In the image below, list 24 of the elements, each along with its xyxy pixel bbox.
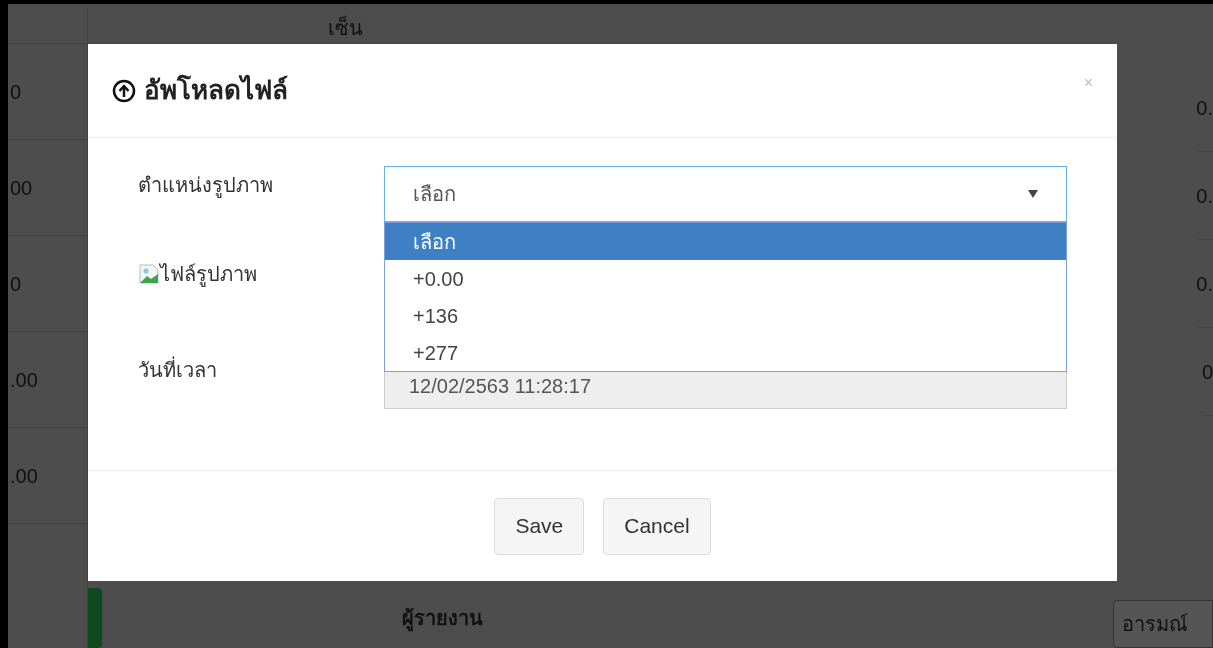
field-label: ตำแหน่งรูปภาพ <box>138 173 274 200</box>
broken-image-icon <box>138 263 160 285</box>
reporter-heading: ผู้รายงาน <box>402 603 483 633</box>
caret-icon <box>1028 190 1038 198</box>
table-cell-text: .00 <box>10 367 38 393</box>
table-cell-text: 0. <box>1196 183 1213 209</box>
table-cell-text: 00 <box>10 175 33 201</box>
dropdown-option[interactable]: เลือก <box>385 223 1066 260</box>
field-label: ไฟล์รูปภาพ <box>160 262 257 289</box>
table-cell-text: 0. <box>1196 271 1213 297</box>
upload-icon <box>112 78 136 103</box>
select-field[interactable]: เลือก <box>384 166 1067 222</box>
dialog-title: อัพโหลดไฟล์ <box>144 73 288 107</box>
table-cell-text: 0. <box>1196 95 1213 121</box>
dialog-button[interactable]: Cancel <box>603 497 711 555</box>
table-cell-text: .00 <box>10 463 38 489</box>
field-label: วันที่เวลา <box>138 355 384 385</box>
table-header-cell-text: เซ็น <box>328 14 363 41</box>
table-cell-text: 0 <box>10 79 22 105</box>
table-cell-text: 0 <box>1201 359 1213 385</box>
table-cell-text: 0 <box>10 271 22 297</box>
field-value: 12/02/2563 11:28:17 <box>409 376 592 396</box>
side-tab[interactable] <box>88 588 102 648</box>
dialog-button[interactable]: Save <box>494 497 585 555</box>
